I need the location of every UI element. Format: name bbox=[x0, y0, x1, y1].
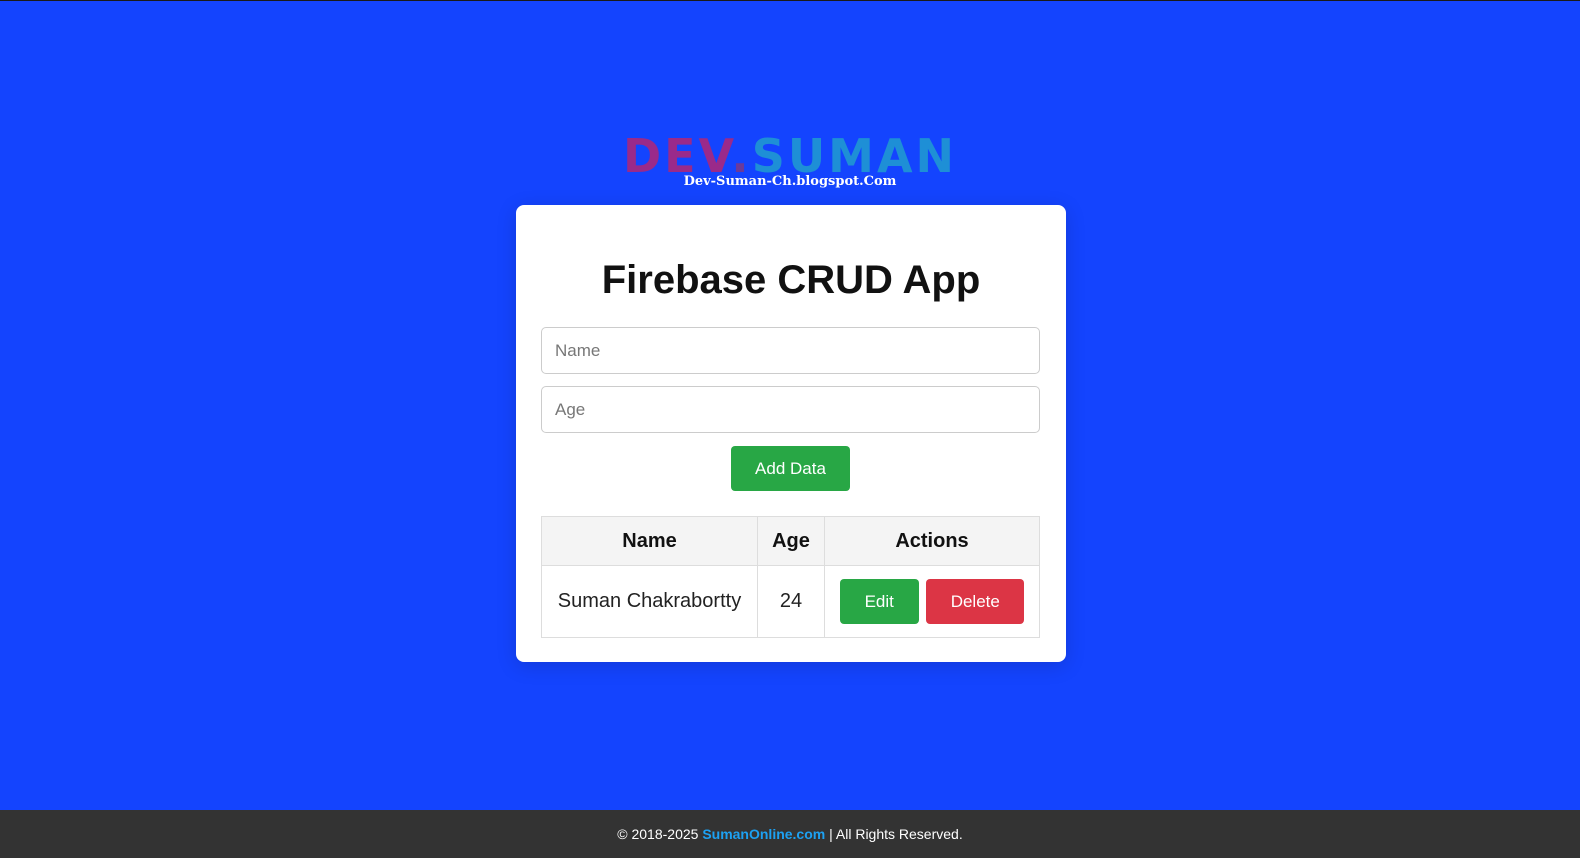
delete-button[interactable]: Delete bbox=[926, 579, 1025, 624]
header-actions: Actions bbox=[824, 516, 1040, 566]
footer: © 2018-2025 SumanOnline.com | All Rights… bbox=[0, 810, 1580, 858]
page-title: Firebase CRUD App bbox=[601, 258, 981, 302]
data-table: Name Age Actions Suman Chakrabortty 24 E… bbox=[541, 516, 1040, 638]
header-age: Age bbox=[757, 516, 825, 566]
footer-rights: | All Rights Reserved. bbox=[829, 826, 963, 842]
header-name: Name bbox=[541, 516, 758, 566]
age-input[interactable] bbox=[541, 386, 1040, 433]
cell-name: Suman Chakrabortty bbox=[541, 565, 758, 638]
cell-age: 24 bbox=[757, 565, 825, 638]
site-logo: DEV.SUMAN Dev-Suman-Ch.blogspot.Com bbox=[0, 131, 1580, 189]
page-background: DEV.SUMAN Dev-Suman-Ch.blogspot.Com Fire… bbox=[0, 0, 1580, 810]
table-header-row: Name Age Actions bbox=[541, 516, 1040, 566]
edit-button[interactable]: Edit bbox=[839, 579, 919, 624]
name-input[interactable] bbox=[541, 327, 1040, 374]
footer-copyright: © 2018-2025 bbox=[617, 826, 699, 842]
crud-card: Firebase CRUD App Add Data Name Age Acti… bbox=[516, 205, 1066, 662]
table-row: Suman Chakrabortty 24 Edit Delete bbox=[541, 565, 1040, 638]
logo-subtitle: Dev-Suman-Ch.blogspot.Com bbox=[683, 174, 897, 189]
cell-actions: Edit Delete bbox=[824, 565, 1040, 638]
add-data-button[interactable]: Add Data bbox=[731, 446, 850, 491]
footer-link[interactable]: SumanOnline.com bbox=[702, 826, 825, 842]
